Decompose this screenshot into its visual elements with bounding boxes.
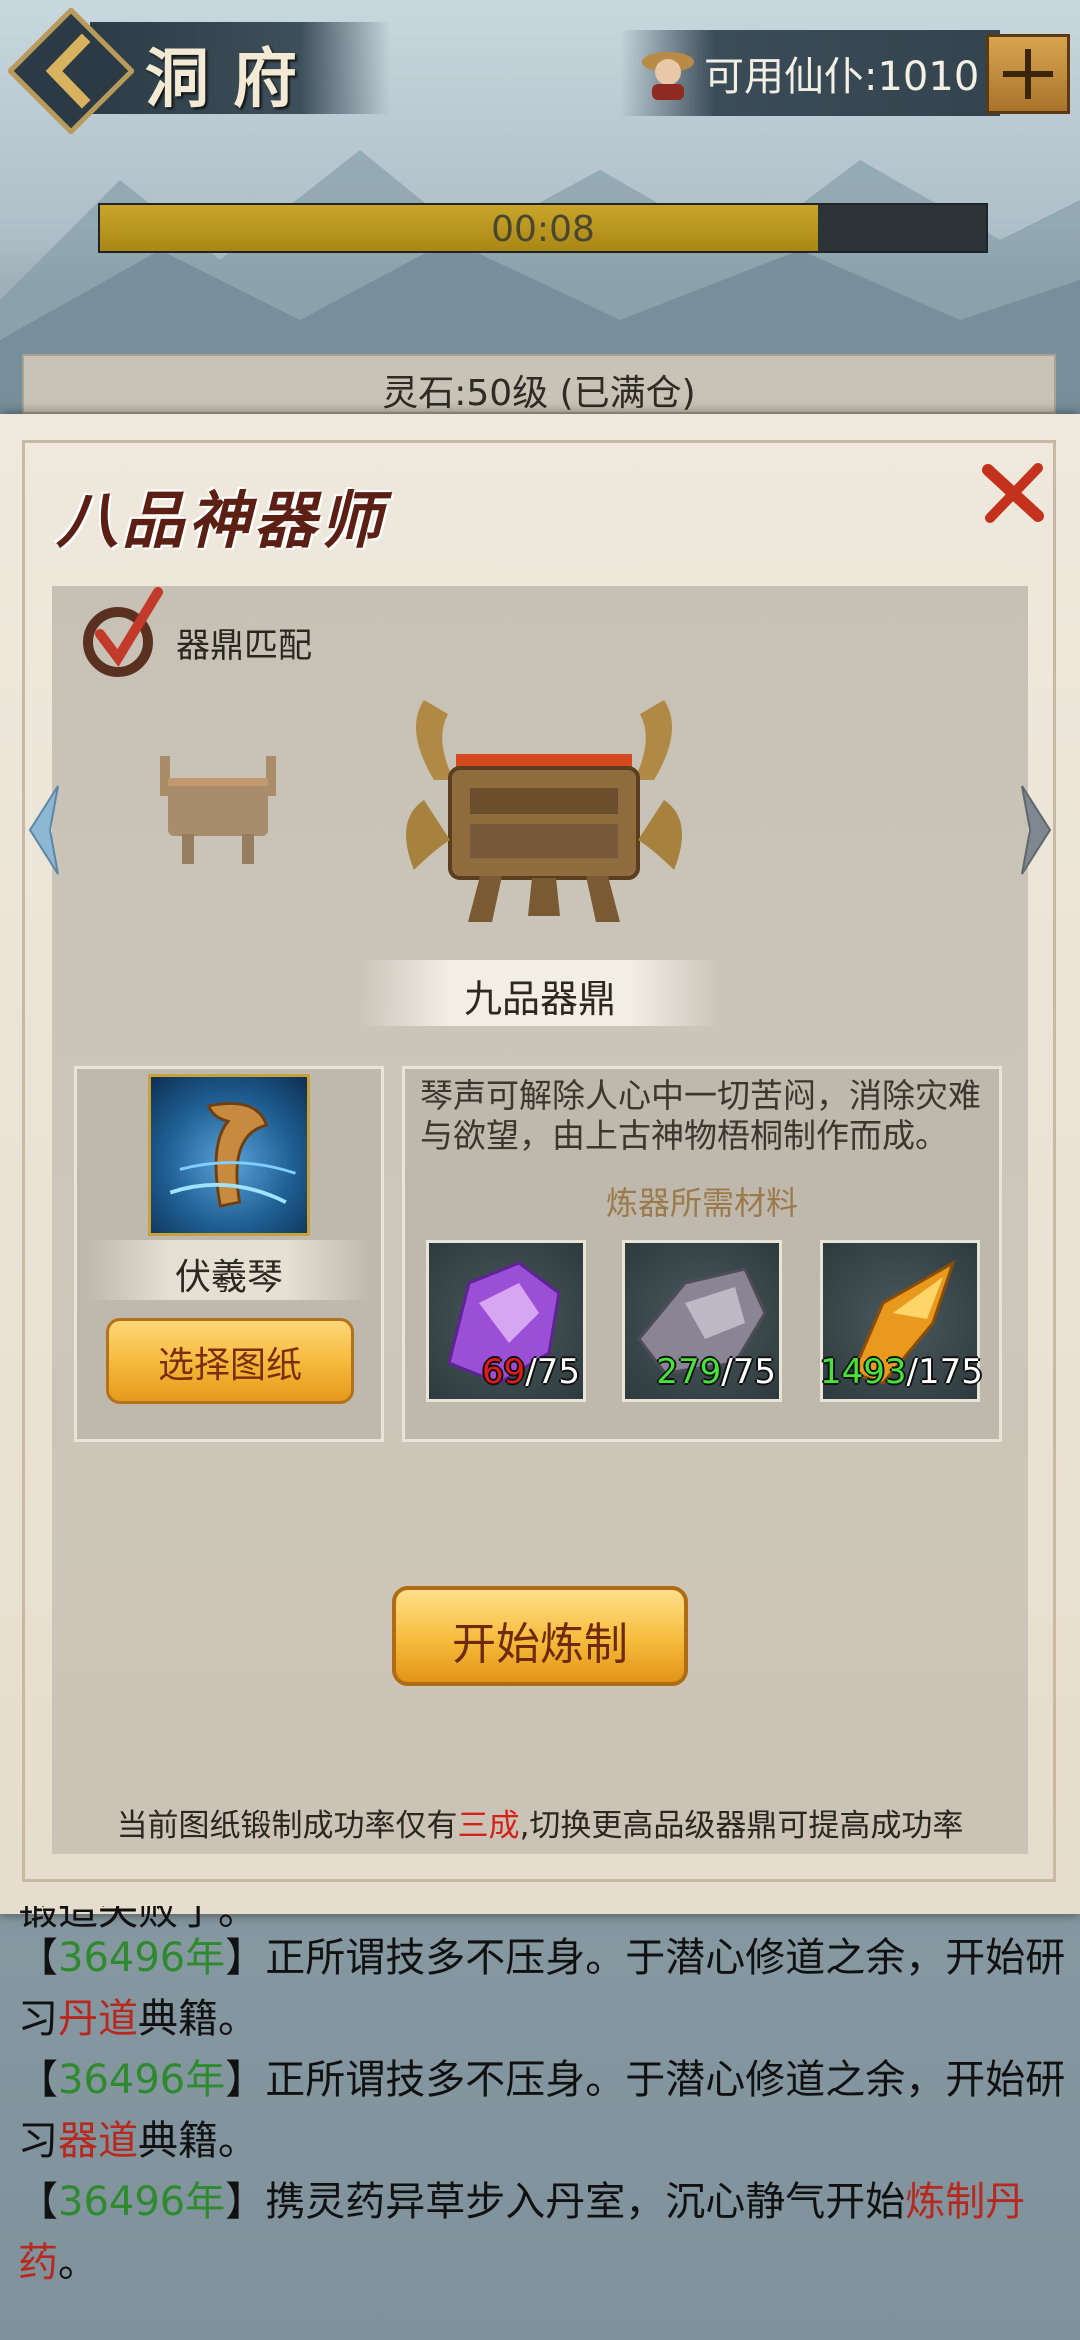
blueprint-description: 琴声可解除人心中一切苦闷，消除灾难与欲望，由上古神物梧桐制作而成。	[420, 1076, 981, 1155]
log-highlight: 器道	[58, 2118, 138, 2164]
success-rate-tip: 当前图纸锻制成功率仅有三成,切换更高品级器鼎可提高成功率	[52, 1800, 1028, 1845]
tip-suffix: ,切换更高品级器鼎可提高成功率	[519, 1808, 964, 1844]
log-entry: 【36496年】携灵药异草步入丹室，沉心静气开始炼制丹药。	[18, 2179, 1026, 2286]
log-year: 36496年	[58, 1935, 226, 1981]
close-button[interactable]	[978, 458, 1048, 528]
material-have-1: 69	[482, 1352, 526, 1392]
log-year: 36496年	[58, 2179, 226, 2225]
nine-grade-cauldron-icon[interactable]	[384, 690, 704, 930]
add-servant-button[interactable]	[986, 34, 1070, 114]
log-year: 36496年	[58, 2057, 226, 2103]
next-cauldron-arrow[interactable]	[1014, 780, 1058, 880]
material-need-1: /75	[525, 1352, 580, 1392]
log-highlight: 丹道	[58, 1996, 138, 2042]
log-entry: 【36496年】正所谓技多不压身。于潜心修道之余，开始研习丹道典籍。	[18, 1935, 1066, 2042]
materials-title: 炼器所需材料	[605, 1184, 798, 1222]
material-count-1: 69/75	[420, 1352, 580, 1392]
spirit-stone-text: 灵石:50级 (已满仓)	[382, 373, 696, 414]
material-count-2: 279/75	[616, 1352, 776, 1392]
select-blueprint-label: 选择图纸	[157, 1345, 302, 1386]
check-mark-icon	[83, 587, 163, 677]
start-crafting-label: 开始炼制	[452, 1619, 628, 1670]
log-partial-line: 锻造失败了。	[18, 1906, 1068, 1928]
page-title: 洞府	[145, 42, 321, 117]
timer-text: 00:08	[491, 209, 595, 250]
material-have-3: 1493	[820, 1352, 907, 1392]
cauldron-previous-icon[interactable]	[138, 740, 298, 870]
blueprint-name: 伏羲琴	[174, 1257, 283, 1298]
event-log: 锻造失败了。 【36496年】正所谓技多不压身。于潜心修道之余，开始研习丹道典籍…	[18, 1906, 1068, 2294]
material-count-3: 1493/175	[820, 1352, 983, 1392]
cauldron-match-label: 器鼎匹配	[176, 626, 312, 666]
tip-highlight: 三成	[457, 1808, 520, 1844]
top-bar: 洞府 可用仙仆:1010	[0, 0, 1080, 140]
panel-title: 八品神器师	[56, 484, 387, 557]
material-need-2: /75	[721, 1352, 776, 1392]
prev-cauldron-arrow[interactable]	[22, 780, 66, 880]
back-button[interactable]	[8, 8, 134, 134]
log-entry: 【36496年】正所谓技多不压身。于潜心修道之余，开始研习器道典籍。	[18, 2057, 1066, 2164]
spirit-stone-status[interactable]: 灵石:50级 (已满仓)	[22, 354, 1056, 414]
servant-avatar-icon	[642, 52, 694, 100]
fuxi-zither-icon[interactable]	[148, 1074, 310, 1236]
material-have-2: 279	[656, 1352, 722, 1392]
craft-timer-bar: 00:08	[98, 203, 988, 253]
tip-prefix: 当前图纸锻制成功率仅有	[116, 1808, 458, 1844]
cauldron-name: 九品器鼎	[463, 977, 616, 1021]
servant-count: 可用仙仆:1010	[704, 54, 980, 100]
material-need-3: /175	[906, 1352, 983, 1392]
